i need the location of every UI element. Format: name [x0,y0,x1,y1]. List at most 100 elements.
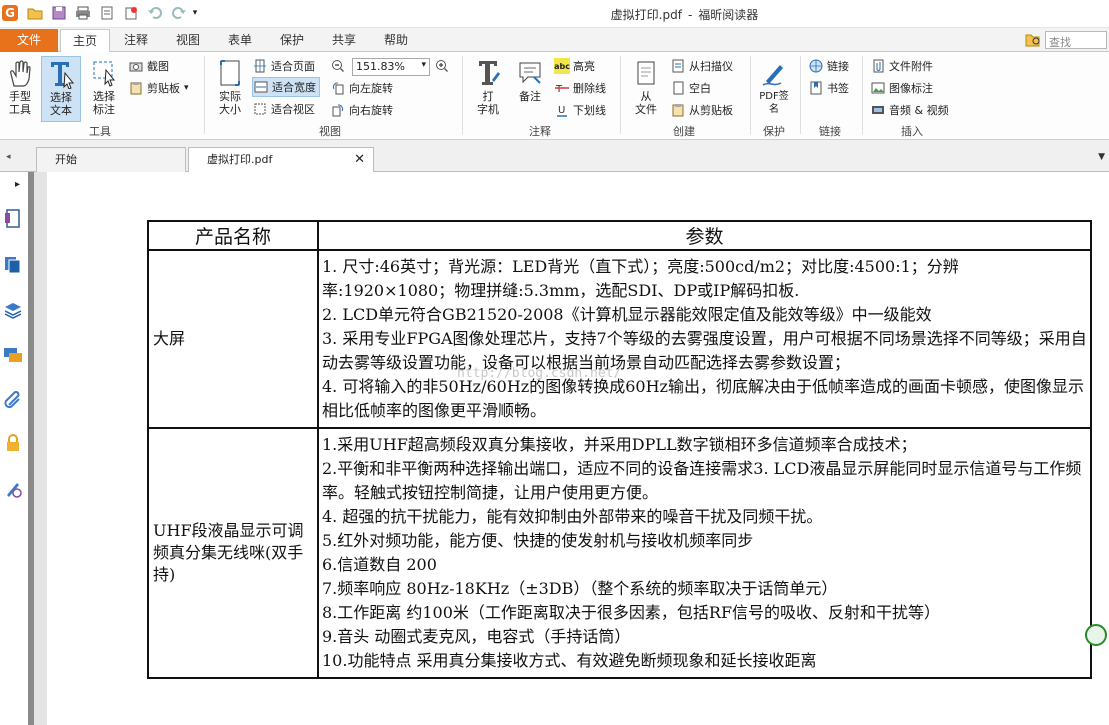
select-annotation-label: 选择 标注 [93,90,115,116]
from-clipboard-label: 从剪贴板 [689,104,733,117]
parameter-line: 6.信道数自 200 [322,555,437,574]
from-file-icon [626,56,666,90]
link-label: 链接 [827,60,849,73]
note-icon [510,56,550,90]
select-annotation-button[interactable]: 选择 标注 [84,56,124,122]
rotate-left-button[interactable]: 向左旋转 [330,78,393,98]
actual-size-label: 实际 大小 [219,90,241,116]
parameters-cell: 1. 尺寸:46英寸；背光源：LED背光（直下式）；亮度:500cd/m2；对比… [317,249,1092,429]
menu-file[interactable]: 文件 [0,29,58,52]
group-label-comment: 注释 [529,125,551,138]
title-separator: - [687,8,693,22]
close-tab-icon[interactable]: ✕ [354,148,365,172]
group-label-links: 链接 [819,125,841,138]
typewriter-button[interactable]: 打 字机 [468,56,508,122]
doc-tab-current[interactable]: 虚拟打印.pdf ✕ [188,147,374,173]
menu-bar: 文件 主页 注释 视图 表单 保护 共享 帮助 查找 [0,28,1109,53]
rotate-right-button[interactable]: 向右旋转 [330,100,393,120]
layers-icon[interactable] [2,298,24,320]
rotate-left-label: 向左旋转 [349,82,393,95]
select-annotation-icon [84,56,124,90]
parameter-line: 1.采用UHF超高频段双真分集接收，并采用DPLL数字锁相环多信道频率合成技术； [322,435,917,454]
link-button[interactable]: 链接 [808,56,849,76]
tab-list-dropdown-icon[interactable]: ▼ [1098,152,1105,162]
tab-protect[interactable]: 保护 [270,29,314,52]
audio-video-label: 音频 & 视频 [889,104,949,117]
tab-scroll-left-icon[interactable]: ◂ [6,152,11,162]
search-area: 查找 [1025,30,1109,50]
fit-width-label: 适合宽度 [272,81,316,94]
zoom-input[interactable]: 151.83% ▾ [352,58,430,76]
underline-button[interactable]: U 下划线 [554,100,606,120]
blank-button[interactable]: 空白 [670,78,711,98]
note-button[interactable]: 备注 [510,56,550,122]
strikeout-button[interactable]: T 删除线 [554,78,606,98]
tab-comment[interactable]: 注释 [114,29,158,52]
parameter-line: 3. 采用专业FPGA图像处理芯片，支持7个等级的去雾强度设置，用户可根据不同场… [322,329,1087,372]
security-lock-icon[interactable] [2,432,24,454]
zoom-dropdown-icon[interactable]: ▾ [421,60,426,74]
expand-pane-icon[interactable]: ▸ [15,179,20,190]
watermark-text: http://blog.csdn.net/ [457,366,622,381]
zoom-out-button[interactable] [330,56,349,76]
doc-tab-start[interactable]: 开始 [36,147,186,172]
fit-width-icon [253,79,269,95]
select-text-button[interactable]: 选择 文本 [41,56,81,122]
fit-visible-button[interactable]: 适合视区 [252,99,315,119]
spec-table: 产品名称 参数 大屏 1. 尺寸:46英寸；背光源：LED背光（直下式）；亮度:… [147,220,1092,679]
separator [750,56,751,134]
product-name-cell: UHF段液晶显示可调频真分集无线咪(双手持) [147,427,319,679]
attachment-icon [870,58,886,74]
from-scanner-button[interactable]: 从扫描仪 [670,56,733,76]
audio-video-button[interactable]: 音频 & 视频 [870,100,949,120]
fit-width-button[interactable]: 适合宽度 [252,77,320,97]
hand-icon [0,56,40,90]
header-parameters: 参数 [317,220,1092,251]
text-select-icon [42,57,80,91]
hand-tool-button[interactable]: 手型 工具 [0,56,40,122]
fit-page-button[interactable]: 适合页面 [252,56,315,76]
clipboard-button[interactable]: 剪贴板 ▾ [128,78,189,98]
pages-icon[interactable] [2,254,24,276]
floating-assistant-icon[interactable] [1085,624,1107,646]
from-clipboard-button[interactable]: 从剪贴板 [670,100,733,120]
tab-share[interactable]: 共享 [322,29,366,52]
parameter-line: 2.平衡和非平衡两种选择输出端口，适应不同的设备连接需求3. LCD液晶显示屏能… [322,459,1082,502]
actual-size-button[interactable]: 实际 大小 [210,56,250,122]
typewriter-icon [468,56,508,90]
document-tab-bar: ◂ 开始 虚拟打印.pdf ✕ ▼ [0,140,1109,173]
image-annotation-button[interactable]: 图像标注 [870,78,933,98]
highlight-icon: abc [554,58,570,74]
group-label-view: 视图 [319,125,341,138]
comments-icon[interactable] [2,344,24,366]
search-input[interactable]: 查找 [1045,31,1107,49]
tab-form[interactable]: 表单 [218,29,262,52]
pdf-sign-button[interactable]: PDF签 名 [753,56,795,122]
underline-label: 下划线 [573,104,606,117]
zoom-in-button[interactable] [434,56,453,76]
highlight-button[interactable]: abc 高亮 [554,56,595,76]
clipboard-icon [128,80,144,96]
from-file-label: 从 文件 [635,90,657,116]
document-view: 产品名称 参数 大屏 1. 尺寸:46英寸；背光源：LED背光（直下式）；亮度:… [47,172,1109,725]
zoom-in-icon [434,58,450,74]
note-label: 备注 [519,90,541,103]
film-icon [870,102,886,118]
bookmark-button[interactable]: 书签 [808,78,849,98]
tab-help[interactable]: 帮助 [374,29,418,52]
folder-search-icon[interactable] [1025,32,1043,48]
parameter-line: 7.频率响应 80Hz-18KHz（±3DB）（整个系统的频率取决于话筒单元） [322,579,838,598]
pdf-sign-label: PDF签 名 [759,91,789,115]
separator [204,56,205,134]
bookmark-label: 书签 [827,82,849,95]
attachments-paperclip-icon[interactable] [2,388,24,410]
signature-icon[interactable] [2,478,24,500]
snapshot-button[interactable]: 截图 [128,56,169,76]
tab-view[interactable]: 视图 [166,29,210,52]
file-attachment-button[interactable]: 文件附件 [870,56,933,76]
page-thumbnails-icon[interactable] [2,208,24,230]
create-from-file-button[interactable]: 从 文件 [626,56,666,122]
svg-text:T: T [555,84,563,95]
tab-home[interactable]: 主页 [60,29,110,53]
fit-visible-label: 适合视区 [271,103,315,116]
